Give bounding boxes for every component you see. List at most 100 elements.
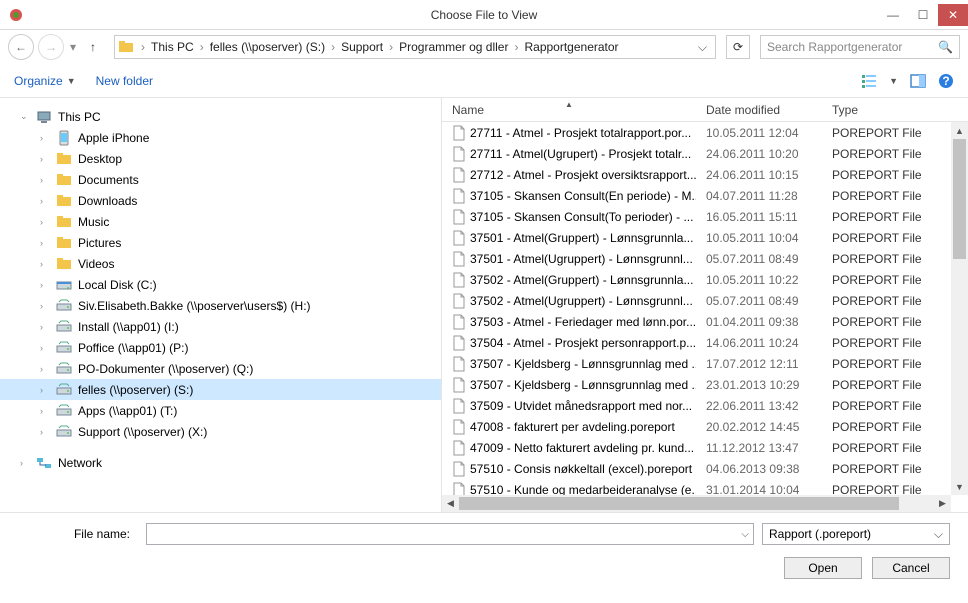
expand-icon[interactable]: › <box>40 427 50 437</box>
expand-icon[interactable]: › <box>40 133 50 143</box>
file-row[interactable]: 37105 - Skansen Consult(En periode) - M.… <box>442 185 968 206</box>
cancel-button[interactable]: Cancel <box>872 557 950 579</box>
tree-item[interactable]: ›felles (\\poserver) (S:) <box>0 379 441 400</box>
expand-icon[interactable]: › <box>40 238 50 248</box>
forward-button[interactable]: → <box>38 34 64 60</box>
file-list: Name▲ Date modified Type 27711 - Atmel -… <box>442 98 968 512</box>
expand-icon[interactable]: › <box>40 322 50 332</box>
tree-item[interactable]: ›Documents <box>0 169 441 190</box>
breadcrumb[interactable]: This PC <box>147 40 198 54</box>
file-row[interactable]: 37501 - Atmel(Gruppert) - Lønnsgrunnla..… <box>442 227 968 248</box>
expand-icon[interactable]: › <box>40 196 50 206</box>
vertical-scrollbar[interactable]: ▲ ▼ <box>951 122 968 495</box>
tree-root-this-pc[interactable]: ⌄ This PC <box>0 106 441 127</box>
tree-label: Support (\\poserver) (X:) <box>78 425 207 439</box>
tree-label: Apps (\\app01) (T:) <box>78 404 177 418</box>
file-row[interactable]: 27711 - Atmel - Prosjekt totalrapport.po… <box>442 122 968 143</box>
expand-icon[interactable]: › <box>40 280 50 290</box>
scrollbar-thumb[interactable] <box>459 497 899 510</box>
tree-item[interactable]: › Apps (\\app01) (T:) <box>0 400 441 421</box>
help-button[interactable]: ? <box>938 73 954 89</box>
up-button[interactable]: ↑ <box>82 36 104 58</box>
tree-item[interactable]: ›Videos <box>0 253 441 274</box>
file-row[interactable]: 37502 - Atmel(Ugruppert) - Lønnsgrunnl..… <box>442 290 968 311</box>
file-row[interactable]: 47009 - Netto fakturert avdeling pr. kun… <box>442 437 968 458</box>
file-row[interactable]: 37509 - Utvidet månedsrapport med nor...… <box>442 395 968 416</box>
file-row[interactable]: 37502 - Atmel(Gruppert) - Lønnsgrunnla..… <box>442 269 968 290</box>
file-type-filter[interactable]: Rapport (.poreport) ⌵ <box>762 523 950 545</box>
expand-icon[interactable]: › <box>40 259 50 269</box>
file-row[interactable]: 37501 - Atmel(Ugruppert) - Lønnsgrunnl..… <box>442 248 968 269</box>
expand-icon[interactable]: › <box>40 406 50 416</box>
file-row[interactable]: 37507 - Kjeldsberg - Lønnsgrunnlag med .… <box>442 353 968 374</box>
expand-icon[interactable]: › <box>40 343 50 353</box>
recent-locations-button[interactable]: ▾ <box>68 40 78 54</box>
scrollbar-thumb[interactable] <box>953 139 966 259</box>
organize-button[interactable]: Organize▼ <box>14 74 76 88</box>
expand-icon[interactable]: › <box>40 385 50 395</box>
open-button[interactable]: Open <box>784 557 862 579</box>
maximize-button[interactable]: ☐ <box>908 4 938 26</box>
tree-item[interactable]: ›Music <box>0 211 441 232</box>
file-row[interactable]: 37105 - Skansen Consult(To perioder) - .… <box>442 206 968 227</box>
file-row[interactable]: 37503 - Atmel - Feriedager med lønn.por.… <box>442 311 968 332</box>
tree-item[interactable]: ›Desktop <box>0 148 441 169</box>
expand-icon[interactable]: › <box>40 217 50 227</box>
tree-item[interactable]: ›Install (\\app01) (I:) <box>0 316 441 337</box>
collapse-icon[interactable]: ⌄ <box>20 111 30 122</box>
close-button[interactable]: ✕ <box>938 4 968 26</box>
expand-icon[interactable]: › <box>20 458 30 468</box>
file-row[interactable]: 27711 - Atmel(Ugrupert) - Prosjekt total… <box>442 143 968 164</box>
tree-item[interactable]: ›Local Disk (C:) <box>0 274 441 295</box>
search-input[interactable]: Search Rapportgenerator 🔍 <box>760 35 960 59</box>
file-type: POREPORT File <box>822 168 968 182</box>
column-type[interactable]: Type <box>822 103 968 117</box>
navigation-tree[interactable]: ⌄ This PC ›Apple iPhone›Desktop›Document… <box>0 98 442 512</box>
chevron-down-icon[interactable]: ⌵ <box>741 529 749 540</box>
expand-icon[interactable]: › <box>40 364 50 374</box>
tree-item[interactable]: ›Siv.Elisabeth.Bakke (\\poserver\users$)… <box>0 295 441 316</box>
breadcrumb[interactable]: Support <box>337 40 387 54</box>
tree-item[interactable]: ›Pictures <box>0 232 441 253</box>
scroll-right-icon[interactable]: ▶ <box>934 495 951 512</box>
file-row[interactable]: 47008 - fakturert per avdeling.poreport2… <box>442 416 968 437</box>
address-dropdown-button[interactable]: ⌵ <box>692 40 713 55</box>
tree-network[interactable]: › Network <box>0 452 441 473</box>
view-options-button[interactable] <box>861 73 877 89</box>
filename-input[interactable]: ⌵ <box>146 523 754 545</box>
chevron-down-icon[interactable]: ▼ <box>889 76 898 86</box>
scroll-left-icon[interactable]: ◀ <box>442 495 459 512</box>
horizontal-scrollbar[interactable]: ◀ ▶ <box>442 495 951 512</box>
file-icon <box>452 398 466 414</box>
preview-pane-button[interactable] <box>910 73 926 89</box>
chevron-right-icon[interactable]: › <box>329 40 337 54</box>
column-date[interactable]: Date modified <box>696 103 822 117</box>
chevron-right-icon[interactable]: › <box>387 40 395 54</box>
tree-item[interactable]: ›Poffice (\\app01) (P:) <box>0 337 441 358</box>
breadcrumb[interactable]: felles (\\poserver) (S:) <box>206 40 329 54</box>
address-bar[interactable]: › This PC › felles (\\poserver) (S:) › S… <box>114 35 716 59</box>
new-folder-button[interactable]: New folder <box>96 74 153 88</box>
chevron-right-icon[interactable]: › <box>139 40 147 54</box>
expand-icon[interactable]: › <box>40 175 50 185</box>
tree-item[interactable]: ›PO-Dokumenter (\\poserver) (Q:) <box>0 358 441 379</box>
refresh-button[interactable]: ⟳ <box>726 35 750 59</box>
chevron-right-icon[interactable]: › <box>512 40 520 54</box>
expand-icon[interactable]: › <box>40 154 50 164</box>
file-row[interactable]: 27712 - Atmel - Prosjekt oversiktsrappor… <box>442 164 968 185</box>
file-row[interactable]: 57510 - Consis nøkkeltall (excel).porepo… <box>442 458 968 479</box>
breadcrumb[interactable]: Programmer og dller <box>395 40 512 54</box>
tree-item[interactable]: ›Apple iPhone <box>0 127 441 148</box>
scroll-down-icon[interactable]: ▼ <box>951 478 968 495</box>
breadcrumb[interactable]: Rapportgenerator <box>520 40 622 54</box>
column-name[interactable]: Name▲ <box>442 103 696 117</box>
chevron-right-icon[interactable]: › <box>198 40 206 54</box>
expand-icon[interactable]: › <box>40 301 50 311</box>
file-row[interactable]: 37507 - Kjeldsberg - Lønnsgrunnlag med .… <box>442 374 968 395</box>
back-button[interactable]: ← <box>8 34 34 60</box>
scroll-up-icon[interactable]: ▲ <box>951 122 968 139</box>
file-row[interactable]: 37504 - Atmel - Prosjekt personrapport.p… <box>442 332 968 353</box>
minimize-button[interactable]: — <box>878 4 908 26</box>
tree-item[interactable]: ›Downloads <box>0 190 441 211</box>
tree-item[interactable]: › Support (\\poserver) (X:) <box>0 421 441 442</box>
